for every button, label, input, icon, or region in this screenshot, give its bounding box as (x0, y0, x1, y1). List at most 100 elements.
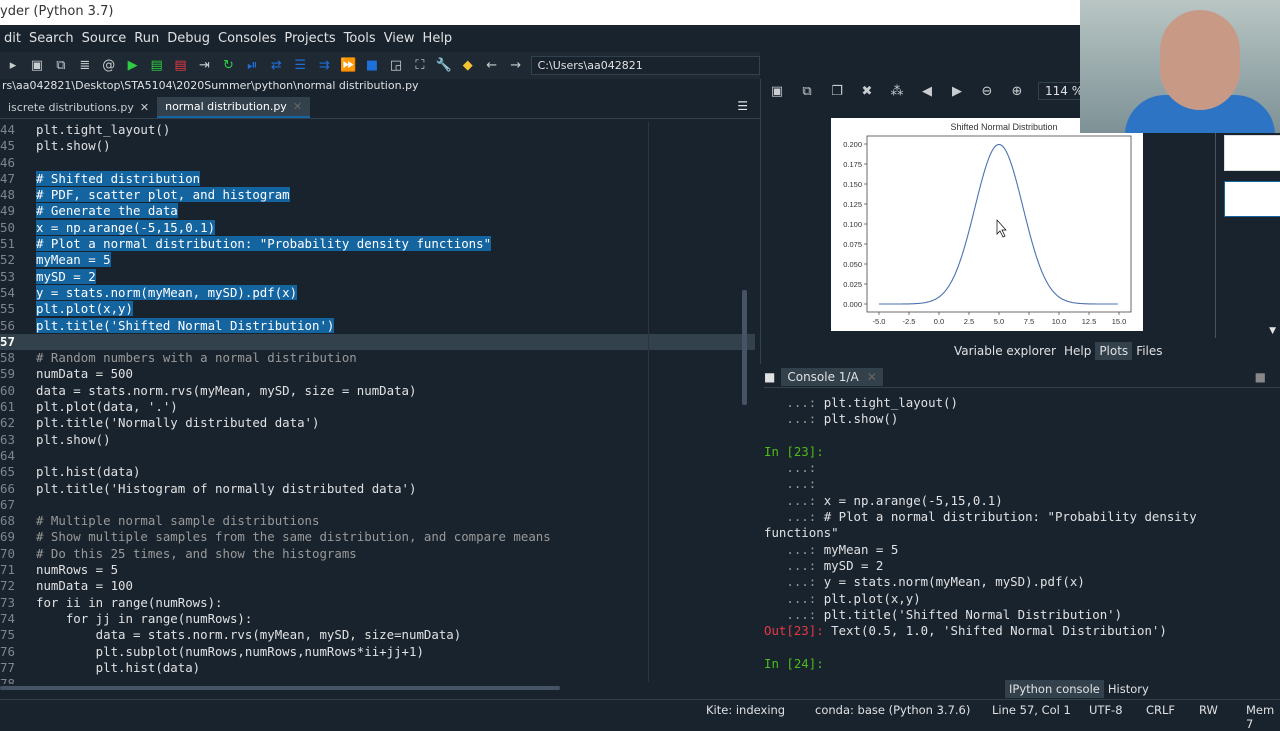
tab-plots[interactable]: Plots (1095, 342, 1133, 360)
menu-source[interactable]: Source (78, 31, 131, 46)
menu-consoles[interactable]: Consoles (214, 31, 280, 46)
step-icon[interactable]: ⇄ (267, 57, 285, 75)
editor-horizontal-scrollbar[interactable] (0, 686, 560, 690)
run-cell-icon[interactable]: ▤ (148, 57, 166, 75)
email-icon[interactable]: @ (100, 57, 118, 75)
code-line[interactable]: 75 data = stats.norm.rvs(myMean, mySD, s… (0, 627, 755, 643)
step-return-icon[interactable]: ⇉ (315, 57, 333, 75)
save-all-icon[interactable]: ⧉ (52, 57, 70, 75)
step-into-icon[interactable]: ☰ (291, 57, 309, 75)
rerun-icon[interactable]: ↻ (219, 57, 237, 75)
code-content: # Random numbers with a normal distribut… (36, 350, 357, 366)
save-icon[interactable]: ▣ (28, 57, 46, 75)
tab-console[interactable]: Console 1/A ✕ (781, 367, 883, 386)
wrench-icon[interactable]: 🔧 (435, 57, 453, 75)
forward-icon[interactable]: → (507, 57, 525, 75)
remove-plot-icon[interactable]: ✖ (858, 82, 876, 100)
plot-thumbnail[interactable] (1224, 135, 1280, 171)
close-icon[interactable]: ✕ (867, 370, 877, 384)
code-line[interactable]: 58 # Random numbers with a normal distrib… (0, 350, 755, 366)
code-line[interactable]: 70 # Do this 25 times, and show the histo… (0, 546, 755, 562)
zoom-in-icon[interactable]: ⊕ (1008, 82, 1026, 100)
plot-thumbnails[interactable]: ▼ (1215, 133, 1280, 338)
python-path-icon[interactable]: ◆ (459, 57, 477, 75)
code-line[interactable]: 74 for jj in range(numRows): (0, 611, 755, 627)
debug-icon[interactable]: ⏯ (243, 57, 261, 75)
code-line[interactable]: 49 # Generate the data (0, 203, 755, 219)
tab-discrete-distributions[interactable]: iscrete distributions.py ✕ (0, 97, 157, 118)
code-line[interactable]: 71 numRows = 5 (0, 562, 755, 578)
code-editor[interactable]: 44 plt.tight_layout() 45 plt.show() 46 47 # Sh… (0, 122, 755, 691)
code-line[interactable]: 48 # PDF, scatter plot, and histogram (0, 187, 755, 203)
code-line[interactable]: 64 (0, 448, 755, 464)
code-line[interactable]: 54 y = stats.norm(myMean, mySD).pdf(x) (0, 284, 755, 301)
outline-icon[interactable]: ≣ (76, 57, 94, 75)
menu-projects[interactable]: Projects (280, 31, 339, 46)
zoom-out-icon[interactable]: ⊖ (978, 82, 996, 100)
code-line[interactable]: 61 plt.plot(data, '.') (0, 399, 755, 415)
code-line[interactable]: 57 (0, 333, 755, 351)
back-icon[interactable]: ← (483, 57, 501, 75)
menu-debug[interactable]: Debug (163, 31, 214, 46)
code-line[interactable]: 65 plt.hist(data) (0, 464, 755, 480)
code-line[interactable]: 51 # Plot a normal distribution: "Probabi… (0, 236, 755, 252)
close-icon[interactable]: ✕ (293, 100, 302, 113)
run-cell-advance-icon[interactable]: ▤ (172, 57, 190, 75)
code-line[interactable]: 44 plt.tight_layout() (0, 122, 755, 138)
maximize-pane-icon[interactable]: ◲ (387, 57, 405, 75)
stop-icon[interactable]: ■ (363, 57, 381, 75)
tab-files[interactable]: Files (1132, 342, 1166, 360)
line-number: 45 (0, 138, 15, 154)
code-line[interactable]: 46 (0, 155, 755, 171)
options-menu-icon[interactable]: ☰ (725, 97, 760, 118)
tab-normal-distribution[interactable]: normal distribution.py ✕ (157, 97, 311, 118)
code-line[interactable]: 45 plt.show() (0, 138, 755, 154)
code-line[interactable]: 47 # Shifted distribution (0, 170, 755, 187)
copy-plot-icon[interactable]: ❐ (828, 82, 846, 100)
code-line[interactable]: 76 plt.subplot(numRows,numRows,numRows*i… (0, 644, 755, 660)
stop-kernel-icon[interactable]: ■ (1255, 370, 1266, 384)
code-line[interactable]: 55 plt.plot(x,y) (0, 301, 755, 317)
remove-all-plots-icon[interactable]: ⁂ (888, 82, 906, 100)
menu-search[interactable]: Search (25, 31, 78, 46)
next-plot-icon[interactable]: ▶ (948, 82, 966, 100)
fullscreen-icon[interactable]: ⛶ (411, 57, 429, 75)
code-line[interactable]: 56 plt.title('Shifted Normal Distribution… (0, 317, 755, 334)
save-all-plots-icon[interactable]: ⧉ (798, 82, 816, 100)
working-directory-input[interactable]: C:\Users\aa042821 (530, 56, 760, 75)
menu-run[interactable]: Run (130, 31, 163, 46)
code-line[interactable]: 69 # Show multiple samples from the same … (0, 529, 755, 545)
menu-edit[interactable]: dit (0, 31, 25, 46)
code-line[interactable]: 77 plt.hist(data) (0, 660, 755, 676)
save-plot-icon[interactable]: ▣ (768, 82, 786, 100)
code-line[interactable]: 50 x = np.arange(-5,15,0.1) (0, 219, 755, 236)
tab-help[interactable]: Help (1060, 342, 1095, 360)
run-icon[interactable]: ▶ (124, 57, 142, 75)
close-icon[interactable]: ✕ (140, 101, 149, 114)
code-line[interactable]: 63 plt.show() (0, 432, 755, 448)
code-line[interactable]: 62 plt.title('Normally distributed data') (0, 415, 755, 431)
run-selection-icon[interactable]: ⇥ (196, 57, 214, 75)
menu-view[interactable]: View (380, 31, 419, 46)
scroll-down-icon[interactable]: ▼ (1269, 326, 1276, 336)
tab-variable-explorer[interactable]: Variable explorer (950, 342, 1060, 360)
code-line[interactable]: 72 numData = 100 (0, 578, 755, 594)
code-line[interactable]: 52 myMean = 5 (0, 252, 755, 268)
code-line[interactable]: 68 # Multiple normal sample distributions (0, 513, 755, 529)
open-icon[interactable]: ▸ (4, 57, 22, 75)
menu-help[interactable]: Help (419, 31, 457, 46)
ipython-console[interactable]: ...: plt.tight_layout() ...: plt.show() I… (764, 395, 1274, 675)
code-line[interactable]: 73 for ii in range(numRows): (0, 595, 755, 611)
code-line[interactable]: 53 mySD = 2 (0, 268, 755, 285)
code-line[interactable]: 60 data = stats.norm.rvs(myMean, mySD, si… (0, 383, 755, 399)
menu-tools[interactable]: Tools (340, 31, 380, 46)
code-line[interactable]: 67 (0, 497, 755, 513)
tab-history[interactable]: History (1104, 680, 1153, 698)
tab-ipython-console[interactable]: IPython console (1005, 680, 1104, 698)
plot-thumbnail-active[interactable] (1224, 181, 1280, 217)
code-line[interactable]: 59 numData = 500 (0, 366, 755, 382)
previous-plot-icon[interactable]: ◀ (918, 82, 936, 100)
continue-icon[interactable]: ⏩ (339, 57, 357, 75)
editor-vertical-scrollbar[interactable] (742, 290, 747, 405)
code-line[interactable]: 66 plt.title('Histogram of normally distr… (0, 481, 755, 497)
